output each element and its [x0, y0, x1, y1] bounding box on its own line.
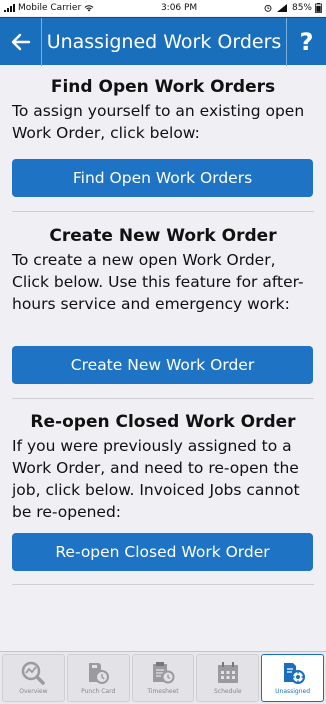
- back-arrow-icon: [11, 33, 30, 50]
- tab-label: Unassigned: [275, 688, 311, 695]
- signal-strength-icon: [276, 4, 287, 12]
- unassigned-icon: [283, 663, 305, 684]
- wifi-icon: [84, 5, 94, 12]
- create-new-section: Create New Work Order To create a new op…: [12, 226, 314, 315]
- divider: [12, 211, 314, 212]
- tab-label: Punch Card: [81, 688, 116, 695]
- section-description: To assign yourself to an existing open W…: [12, 102, 305, 142]
- battery-percent: 85%: [291, 3, 312, 13]
- section-description: To create a new open Work Order, Click b…: [12, 251, 304, 313]
- tab-label: Timesheet: [147, 688, 179, 695]
- cell-signal-icon: [4, 4, 15, 12]
- section-title: Create New Work Order: [49, 226, 277, 246]
- overview-icon: [22, 661, 46, 685]
- section-title: Find Open Work Orders: [50, 77, 276, 97]
- nav-bar: Unassigned Work Orders ?: [0, 17, 326, 66]
- punch-card-icon: [89, 663, 110, 684]
- schedule-icon: [217, 662, 238, 683]
- alarm-icon: [264, 4, 272, 12]
- tab-label: Overview: [19, 688, 48, 695]
- tab-overview[interactable]: Overview: [2, 654, 65, 702]
- status-bar: Mobile Carrier 3:06 PM 85%: [0, 0, 326, 16]
- reopen-closed-work-order-button[interactable]: Re-open Closed Work Order: [12, 533, 313, 571]
- find-open-work-orders-button[interactable]: Find Open Work Orders: [12, 159, 313, 197]
- section-description: If you were previously assigned to a Wor…: [12, 437, 300, 521]
- find-open-section: Find Open Work Orders To assign yourself…: [12, 77, 314, 144]
- page-title: Unassigned Work Orders: [46, 30, 282, 53]
- timesheet-icon: [152, 662, 175, 684]
- divider: [12, 584, 314, 585]
- carrier-label: Mobile Carrier: [18, 3, 82, 13]
- clock: 3:06 PM: [160, 3, 198, 13]
- section-title: Re-open Closed Work Order: [30, 412, 296, 432]
- create-new-work-order-button[interactable]: Create New Work Order: [12, 346, 313, 384]
- reopen-closed-section: Re-open Closed Work Order If you were pr…: [12, 412, 314, 523]
- tab-unassigned[interactable]: Unassigned: [261, 654, 324, 702]
- tab-punch-card[interactable]: Punch Card: [66, 654, 130, 702]
- back-button[interactable]: [0, 17, 42, 66]
- help-button[interactable]: ?: [286, 17, 326, 66]
- battery-icon: [315, 3, 322, 13]
- tab-bar: Overview Punch Card Timesheet Schedule U…: [0, 651, 326, 704]
- divider: [12, 398, 314, 399]
- tab-schedule[interactable]: Schedule: [196, 654, 260, 702]
- tab-timesheet[interactable]: Timesheet: [131, 654, 195, 702]
- tab-label: Schedule: [214, 688, 242, 695]
